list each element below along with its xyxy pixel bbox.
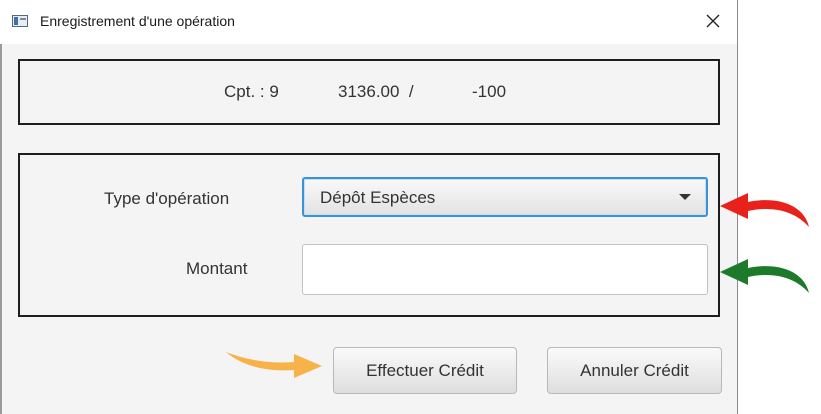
dialog-window: Enregistrement d'une opération Cpt. : 9 …	[0, 0, 738, 414]
submit-credit-button[interactable]: Effectuer Crédit	[333, 347, 517, 394]
type-label: Type d'opération	[104, 189, 230, 208]
close-icon	[706, 14, 720, 28]
title-bar: Enregistrement d'une opération	[0, 0, 737, 44]
window-border	[0, 44, 2, 414]
amount-label: Montant	[186, 259, 248, 278]
chevron-down-icon[interactable]	[679, 194, 691, 200]
balance-amount: 3136.00 /	[338, 82, 414, 101]
account-number: Cpt. : 9	[224, 82, 279, 101]
window-title: Enregistrement d'une opération	[40, 13, 235, 29]
red-arrow-icon	[720, 193, 809, 227]
cancel-credit-button[interactable]: Annuler Crédit	[547, 347, 722, 394]
operation-type-value: Dépôt Espèces	[320, 188, 436, 207]
amount-input[interactable]	[302, 244, 708, 295]
close-button[interactable]	[690, 2, 736, 40]
operation-form: Type d'opération Dépôt Espèces Montant	[18, 153, 720, 317]
app-icon	[12, 15, 28, 27]
green-arrow-icon	[720, 259, 809, 293]
orange-arrow-icon	[226, 352, 322, 378]
operation-type-select[interactable]: Dépôt Espèces	[302, 177, 708, 217]
balance-panel: Cpt. : 9 3136.00 / -100	[18, 59, 720, 125]
overdraft-limit: -100	[472, 82, 507, 101]
